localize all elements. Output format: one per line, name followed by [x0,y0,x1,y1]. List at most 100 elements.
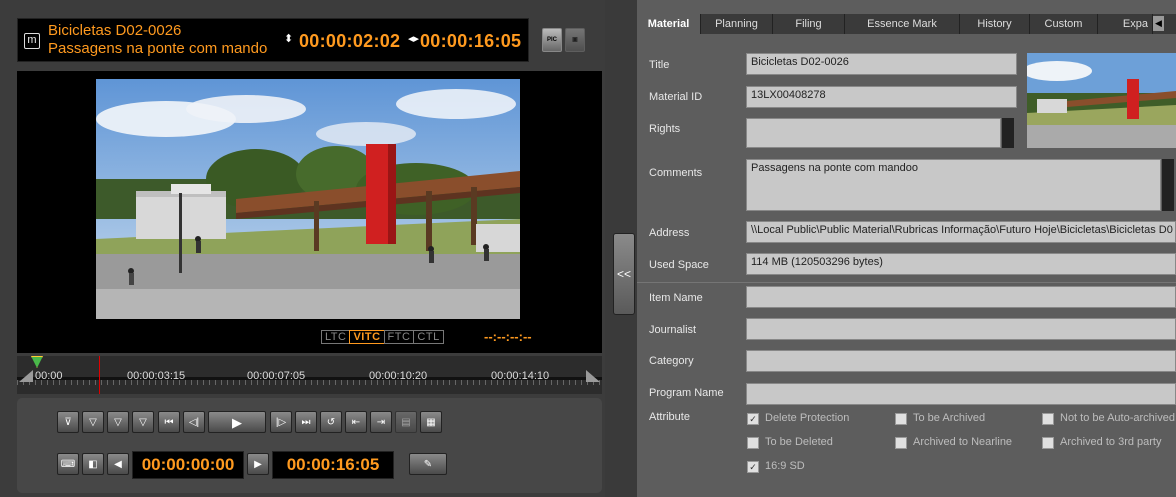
rights-field[interactable] [746,118,1001,148]
attr-label: Archived to Nearline [913,436,1013,448]
section-divider [637,282,1176,283]
journalist-label: Journalist [649,324,697,336]
duration-icon: ◂▸ [408,33,420,45]
journalist-field[interactable] [746,318,1176,340]
next-out-icon[interactable]: ▶ [247,453,269,475]
skip-forward-icon[interactable]: ⏭ [295,411,317,433]
used-space-field[interactable]: 114 MB (120503296 bytes) [746,253,1176,275]
timeline-label: 00:00:10:20 [369,370,428,382]
mark-up-icon[interactable]: ▽ [107,411,129,433]
tc-mode-vitc[interactable]: VITC [349,330,385,344]
edit-icon[interactable]: ✎ [409,453,447,475]
current-timecode: 00:00:02:02 [299,31,401,51]
goto-in-icon[interactable]: ⇤ [345,411,367,433]
in-point-timecode[interactable]: 00:00:00:00 [132,451,244,479]
duration-timecode: 00:00:16:05 [420,31,522,51]
video-viewer: LTC VITC FTC CTL --:--:--:-- [17,71,602,353]
tab-history[interactable]: History [960,14,1030,34]
attr-checkbox[interactable] [1042,413,1054,425]
tab-material[interactable]: Material [637,14,701,34]
category-label: Category [649,355,694,367]
out-point-timecode[interactable]: 00:00:16:05 [272,451,394,479]
timeline-label: 00:00:03:15 [127,370,186,382]
thumbnail-image [1027,53,1176,148]
clip-subtitle: Passagens na ponte com mandoo [48,40,268,57]
collapse-panel-button[interactable]: << [613,233,635,315]
attribute-label: Attribute [649,411,690,423]
vitc-readout: --:--:--:-- [484,329,532,344]
timeline-label: 00:00:14:10 [491,370,550,382]
timeline-end-handle[interactable] [586,370,600,382]
address-field[interactable]: \\Local Public\Public Material\Rubricas … [746,221,1176,243]
tab-filing[interactable]: Filing [773,14,845,34]
attr-checkbox[interactable]: ✓ [747,413,759,425]
audio-icon[interactable]: ◧ [82,453,104,475]
material-id-label: Material ID [649,91,703,103]
item-name-label: Item Name [649,292,703,304]
tab-custom[interactable]: Custom [1030,14,1098,34]
attr-checkbox[interactable]: ✓ [747,461,759,473]
rights-scrollbar[interactable] [1002,118,1014,148]
thumbnail[interactable] [1027,53,1176,148]
comments-field[interactable]: Passagens na ponte com mandoo [746,159,1161,211]
player-panel: m Bicicletas D02-0026 Passagens na ponte… [0,0,605,497]
prev-in-icon[interactable]: ◀ [107,453,129,475]
attr-checkbox[interactable] [895,437,907,449]
timecode-mode-selector: LTC VITC FTC CTL [321,330,444,344]
loop-icon[interactable]: ↺ [320,411,342,433]
mark-icon[interactable]: ▽ [82,411,104,433]
step-forward-icon[interactable]: |▷ [270,411,292,433]
tc-mode-ltc[interactable]: LTC [321,330,351,344]
clip-header: m Bicicletas D02-0026 Passagens na ponte… [17,18,529,62]
attr-checkbox[interactable] [747,437,759,449]
tab-essence-mark[interactable]: Essence Mark [845,14,960,34]
attr-label: To be Archived [913,412,986,424]
clip-title: Bicicletas D02-0026 [48,22,182,39]
skip-back-icon[interactable]: ⏮ [158,411,180,433]
tab-expand[interactable]: Expa [1098,14,1153,34]
mark-out-icon[interactable]: ▽ [132,411,154,433]
attr-checkbox[interactable] [895,413,907,425]
video-frame[interactable] [96,79,520,319]
metadata-panel: Material Planning Filing Essence Mark Hi… [637,0,1176,497]
address-label: Address [649,227,690,239]
tab-scroll-left-icon[interactable]: ◀ [1153,16,1164,31]
playhead[interactable] [99,356,100,394]
attr-label: Archived to 3rd party [1060,436,1162,448]
attr-label: Delete Protection [765,412,850,424]
title-field[interactable]: Bicicletas D02-0026 [746,53,1017,75]
play-icon[interactable]: ▶ [208,411,266,433]
timeline[interactable]: 00:00 00:00:03:15 00:00:07:05 00:00:10:2… [17,356,602,394]
clip-icon[interactable]: ▤ [395,411,417,433]
material-id-field[interactable]: 13LX00408278 [746,86,1017,108]
grid-icon[interactable]: ▦ [420,411,442,433]
program-name-field[interactable] [746,383,1176,405]
program-name-label: Program Name [649,387,724,399]
tab-bar: Material Planning Filing Essence Mark Hi… [637,14,1176,34]
attr-label: To be Deleted [765,436,833,448]
current-position-icon: ⬍ [284,33,294,45]
tc-mode-ctl[interactable]: CTL [413,330,444,344]
title-label: Title [649,59,670,71]
timeline-start-handle[interactable] [19,370,33,382]
mark-in-icon[interactable]: ⊽ [57,411,79,433]
mode-icon[interactable]: m [24,33,40,49]
transport-controls: ⊽ ▽ ▽ ▽ ⏮ ◁| ▶ |▷ ⏭ ↺ ⇤ ⇥ ▤ ▦ ⌨ ◧ ◀ 00:0… [17,398,602,493]
item-name-field[interactable] [746,286,1176,308]
timeline-label: 00:00:07:05 [247,370,306,382]
tc-mode-ftc[interactable]: FTC [383,330,415,344]
attr-label: Not to be Auto-archived [1060,412,1175,424]
goto-out-icon[interactable]: ⇥ [370,411,392,433]
attr-label: 16:9 SD [765,460,805,472]
pic-button[interactable]: PIC [542,28,562,52]
tab-planning[interactable]: Planning [701,14,773,34]
category-field[interactable] [746,350,1176,372]
comments-scrollbar[interactable] [1162,159,1174,211]
in-marker-icon[interactable] [31,356,43,368]
video-frame-image [96,79,520,319]
attr-checkbox[interactable] [1042,437,1054,449]
timeline-label: 00:00 [35,370,63,382]
save-icon[interactable]: ▣ [565,28,585,52]
step-back-icon[interactable]: ◁| [183,411,205,433]
keyboard-icon[interactable]: ⌨ [57,453,79,475]
